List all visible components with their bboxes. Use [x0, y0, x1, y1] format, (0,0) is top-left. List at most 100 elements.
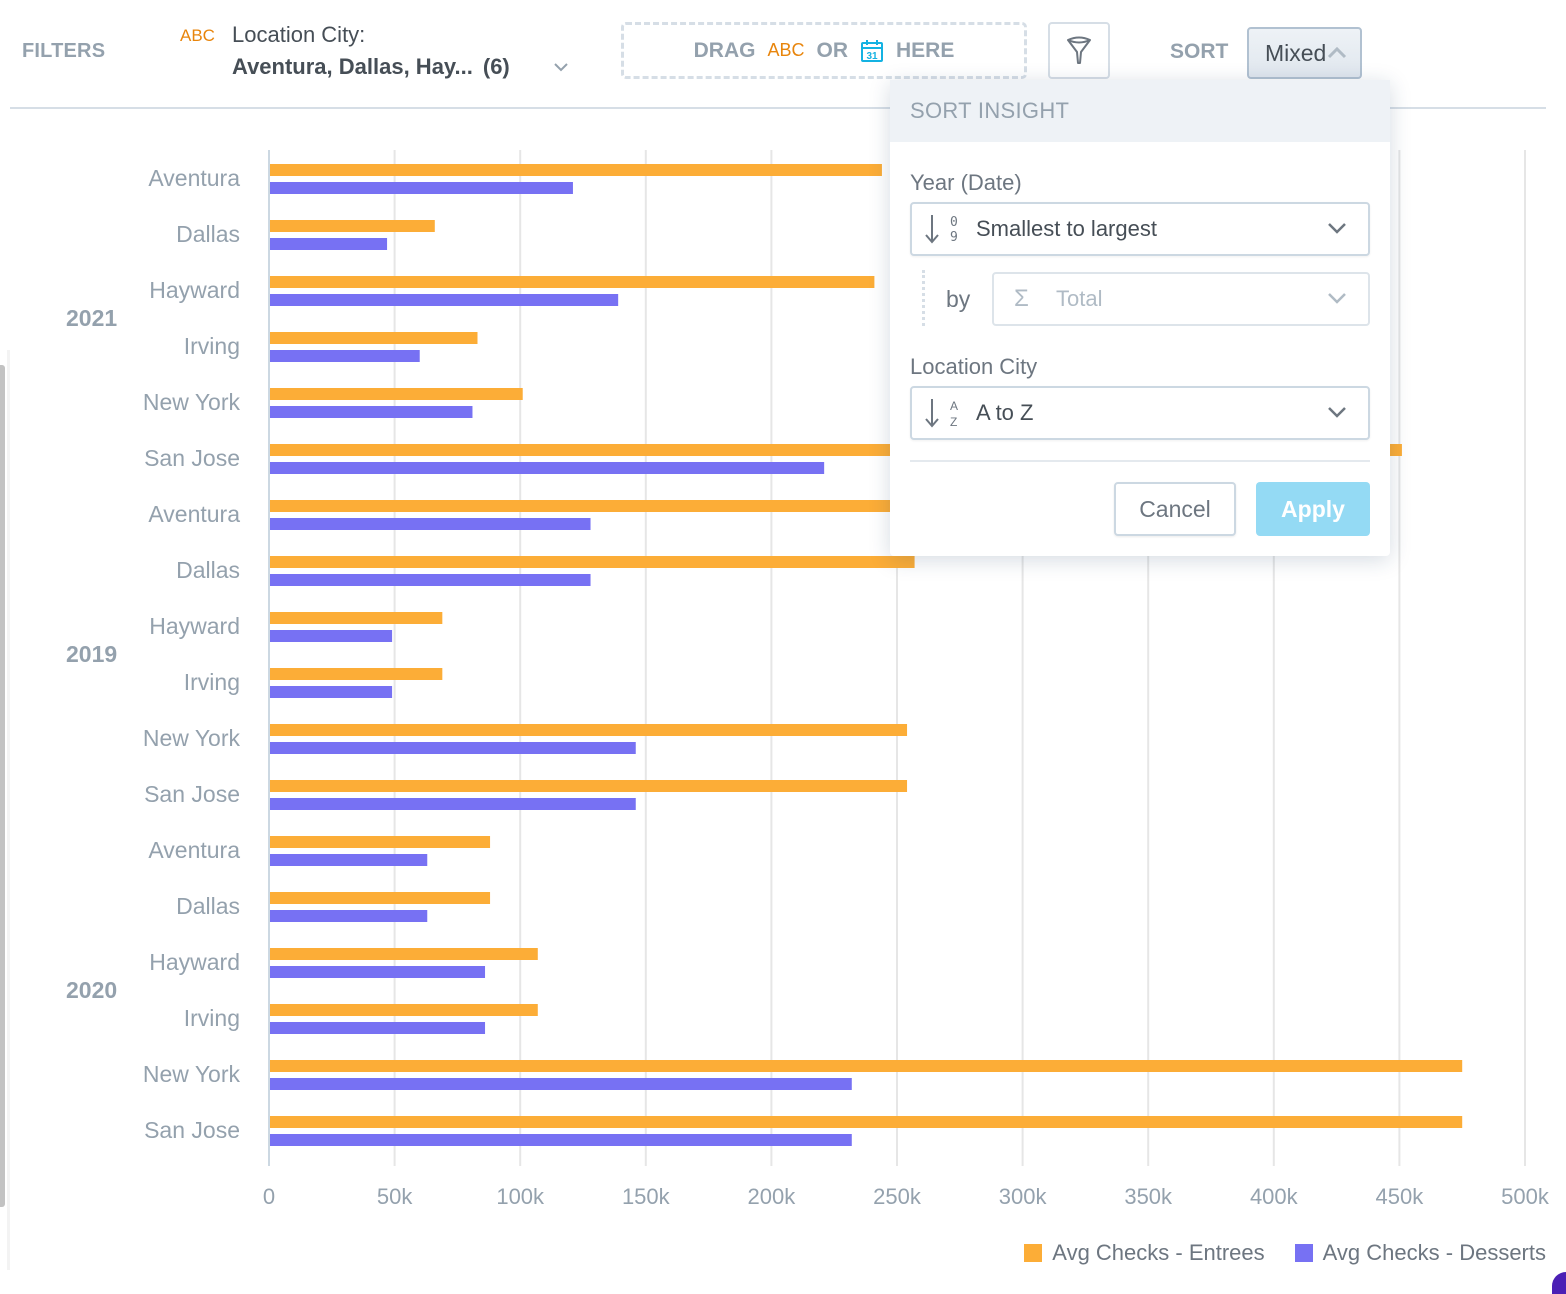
bar-desserts[interactable] — [270, 1078, 852, 1090]
category-label: Aventura — [148, 501, 240, 527]
drop-or-text: OR — [816, 38, 849, 62]
apply-button[interactable]: Apply — [1256, 482, 1370, 536]
bar-desserts[interactable] — [270, 238, 388, 250]
bar-desserts[interactable] — [270, 462, 825, 474]
category-label: Hayward — [149, 277, 240, 303]
city-sort-label: Location City — [910, 354, 1038, 379]
add-filter-button[interactable] — [1048, 22, 1110, 79]
chevron-down-icon — [1328, 223, 1346, 234]
bar-entrees[interactable] — [270, 668, 443, 680]
year-sort-value: Smallest to largest — [976, 216, 1157, 241]
drop-drag-text: DRAG — [693, 38, 756, 62]
sort-by-measure-select[interactable]: Σ Total — [992, 272, 1370, 326]
sigma-icon: Σ — [1014, 285, 1029, 312]
legend-swatch-desserts — [1294, 1244, 1313, 1262]
attribute-type-icon: ABC — [180, 26, 215, 45]
bar-desserts[interactable] — [270, 294, 619, 306]
legend-item-entrees[interactable]: Avg Checks - Entrees — [1024, 1240, 1265, 1266]
filter-value: Aventura, Dallas, Hay... (6) — [232, 54, 510, 80]
category-label: San Jose — [144, 781, 240, 807]
bar-desserts[interactable] — [270, 518, 591, 530]
legend-item-desserts[interactable]: Avg Checks - Desserts — [1294, 1240, 1546, 1266]
bar-entrees[interactable] — [270, 388, 523, 400]
category-label: Hayward — [149, 949, 240, 975]
x-tick-label: 150k — [622, 1184, 671, 1209]
attribute-type-icon: ABC — [767, 40, 805, 60]
bar-desserts[interactable] — [270, 686, 393, 698]
bar-desserts[interactable] — [270, 1022, 486, 1034]
bar-entrees[interactable] — [270, 500, 915, 512]
category-label: Irving — [184, 1005, 240, 1031]
sort-button[interactable]: Mixed — [1247, 27, 1362, 79]
sort-value: Mixed — [1265, 39, 1327, 66]
sort-insight-popup: SORT INSIGHT Year (Date) 0 9 Smallest to… — [890, 80, 1390, 556]
x-tick-label: 200k — [748, 1184, 797, 1209]
bar-desserts[interactable] — [270, 350, 420, 362]
bar-entrees[interactable] — [270, 836, 491, 848]
x-tick-label: 0 — [263, 1184, 275, 1209]
category-label: Dallas — [176, 893, 240, 919]
bar-desserts[interactable] — [270, 742, 636, 754]
x-tick-label: 50k — [377, 1184, 413, 1209]
legend-label-desserts: Avg Checks - Desserts — [1322, 1240, 1546, 1265]
bar-entrees[interactable] — [270, 332, 478, 344]
sort-alpha-asc-icon: A Z — [925, 399, 958, 429]
bar-entrees[interactable] — [270, 220, 435, 232]
category-label: Aventura — [148, 165, 240, 191]
filters-label: FILTERS — [22, 40, 106, 62]
calendar-icon: 31 — [861, 39, 883, 62]
bar-entrees[interactable] — [270, 276, 875, 288]
chevron-down-icon — [554, 63, 568, 72]
category-label: New York — [143, 725, 241, 751]
bar-entrees[interactable] — [270, 892, 491, 904]
bar-entrees[interactable] — [270, 1004, 538, 1016]
category-label: Aventura — [148, 837, 240, 863]
group-label: 2020 — [66, 977, 117, 1003]
by-label: by — [946, 286, 971, 312]
bar-entrees[interactable] — [270, 612, 443, 624]
x-tick-label: 450k — [1376, 1184, 1425, 1209]
chevron-up-icon — [1327, 46, 1347, 59]
city-sort-select[interactable]: A Z A to Z — [910, 386, 1370, 440]
bar-desserts[interactable] — [270, 966, 486, 978]
svg-text:Z: Z — [950, 415, 957, 429]
bar-desserts[interactable] — [270, 630, 393, 642]
year-sort-select[interactable]: 0 9 Smallest to largest — [910, 202, 1370, 256]
bar-entrees[interactable] — [270, 724, 908, 736]
bar-desserts[interactable] — [270, 798, 636, 810]
filter-title: Location City: — [232, 22, 366, 47]
city-sort-value: A to Z — [976, 400, 1034, 425]
cancel-button[interactable]: Cancel — [1114, 482, 1236, 536]
sort-label: SORT — [1170, 40, 1229, 63]
bar-entrees[interactable] — [270, 1116, 1463, 1128]
group-label: 2021 — [66, 305, 117, 331]
legend-label-entrees: Avg Checks - Entrees — [1052, 1240, 1265, 1265]
funnel-icon — [1067, 36, 1091, 64]
svg-text:0: 0 — [950, 215, 958, 230]
bar-desserts[interactable] — [270, 854, 428, 866]
bar-desserts[interactable] — [270, 406, 473, 418]
bar-desserts[interactable] — [270, 574, 591, 586]
bar-entrees[interactable] — [270, 164, 882, 176]
year-sort-label: Year (Date) — [910, 170, 1022, 195]
svg-text:A: A — [950, 399, 958, 413]
x-tick-label: 350k — [1124, 1184, 1173, 1209]
svg-text:9: 9 — [950, 230, 958, 245]
category-label: Irving — [184, 669, 240, 695]
bar-desserts[interactable] — [270, 910, 428, 922]
bar-entrees[interactable] — [270, 948, 538, 960]
category-label: New York — [143, 389, 241, 415]
filter-drop-zone[interactable]: DRAG ABC OR 31 HERE — [621, 22, 1027, 79]
bar-desserts[interactable] — [270, 1134, 852, 1146]
bar-entrees[interactable] — [270, 780, 908, 792]
bar-entrees[interactable] — [270, 1060, 1463, 1072]
filter-count: (6) — [482, 54, 510, 79]
x-tick-label: 250k — [873, 1184, 922, 1209]
x-tick-label: 500k — [1501, 1184, 1550, 1209]
bar-desserts[interactable] — [270, 182, 573, 194]
sort-by-value: Total — [1056, 286, 1103, 311]
drop-here-text: HERE — [896, 38, 955, 62]
calendar-day: 31 — [866, 51, 878, 62]
chevron-down-icon — [1328, 293, 1346, 304]
bar-entrees[interactable] — [270, 556, 915, 568]
